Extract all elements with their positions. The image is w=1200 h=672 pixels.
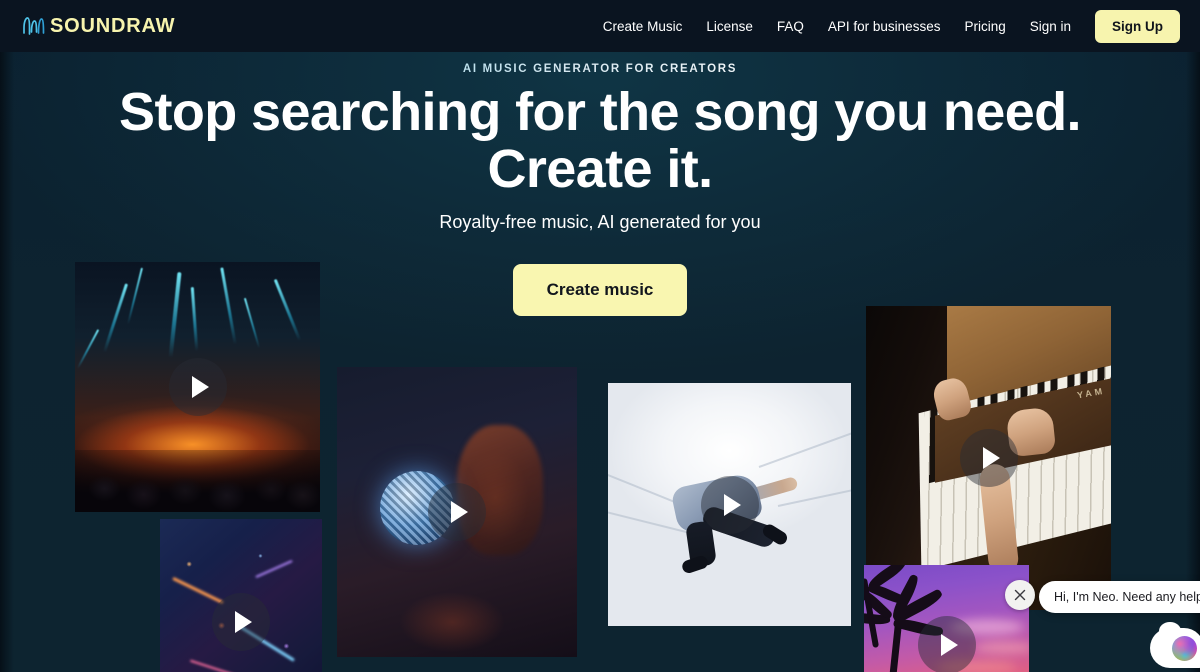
- nav-item-license[interactable]: License: [706, 19, 753, 34]
- play-icon[interactable]: [428, 483, 486, 541]
- hero-subtitle: Royalty-free music, AI generated for you: [439, 212, 761, 232]
- sign-up-button[interactable]: Sign Up: [1095, 9, 1180, 43]
- play-icon[interactable]: [168, 358, 227, 416]
- neo-avatar-icon: [1172, 636, 1197, 661]
- chat-launcher-button[interactable]: [1150, 622, 1200, 668]
- nav-item-pricing[interactable]: Pricing: [964, 19, 1005, 34]
- site-header: SOUNDRAW Create Music License FAQ API fo…: [0, 0, 1200, 52]
- play-icon[interactable]: [212, 592, 270, 651]
- gallery-item-disco-ball-woman[interactable]: [337, 367, 577, 657]
- play-icon[interactable]: [700, 475, 759, 534]
- logo[interactable]: SOUNDRAW: [22, 15, 175, 38]
- close-icon: [1014, 589, 1026, 601]
- hero-section: AI MUSIC GENERATOR FOR CREATORS Stop sea…: [0, 52, 1200, 672]
- gallery-item-night-city[interactable]: [160, 519, 322, 672]
- headline-line-1: Stop searching for the song you need.: [119, 82, 1082, 142]
- gallery-item-palm-sunset[interactable]: [864, 565, 1029, 672]
- headline-line-2: Create it.: [487, 139, 713, 199]
- page-title: Stop searching for the song you need. Cr…: [0, 84, 1200, 198]
- nav-item-create-music[interactable]: Create Music: [603, 19, 683, 34]
- play-icon[interactable]: [917, 615, 976, 672]
- logo-text: SOUNDRAW: [50, 14, 176, 37]
- gallery-item-breakdancer[interactable]: [608, 383, 851, 626]
- nav-item-faq[interactable]: FAQ: [777, 19, 804, 34]
- gallery-item-concert-lasers[interactable]: [75, 262, 320, 512]
- main-nav: Create Music License FAQ API for busines…: [603, 9, 1180, 43]
- nav-item-sign-in[interactable]: Sign in: [1030, 19, 1071, 34]
- play-icon[interactable]: [959, 429, 1018, 487]
- nav-item-api[interactable]: API for businesses: [828, 19, 941, 34]
- chat-message-bubble[interactable]: Hi, I'm Neo. Need any help?: [1039, 581, 1200, 613]
- waveform-icon: [23, 17, 45, 35]
- chat-close-button[interactable]: [1005, 580, 1035, 610]
- page-root: SOUNDRAW Create Music License FAQ API fo…: [0, 0, 1200, 672]
- create-music-button[interactable]: Create music: [512, 264, 688, 316]
- hero-eyebrow: AI MUSIC GENERATOR FOR CREATORS: [0, 63, 1200, 75]
